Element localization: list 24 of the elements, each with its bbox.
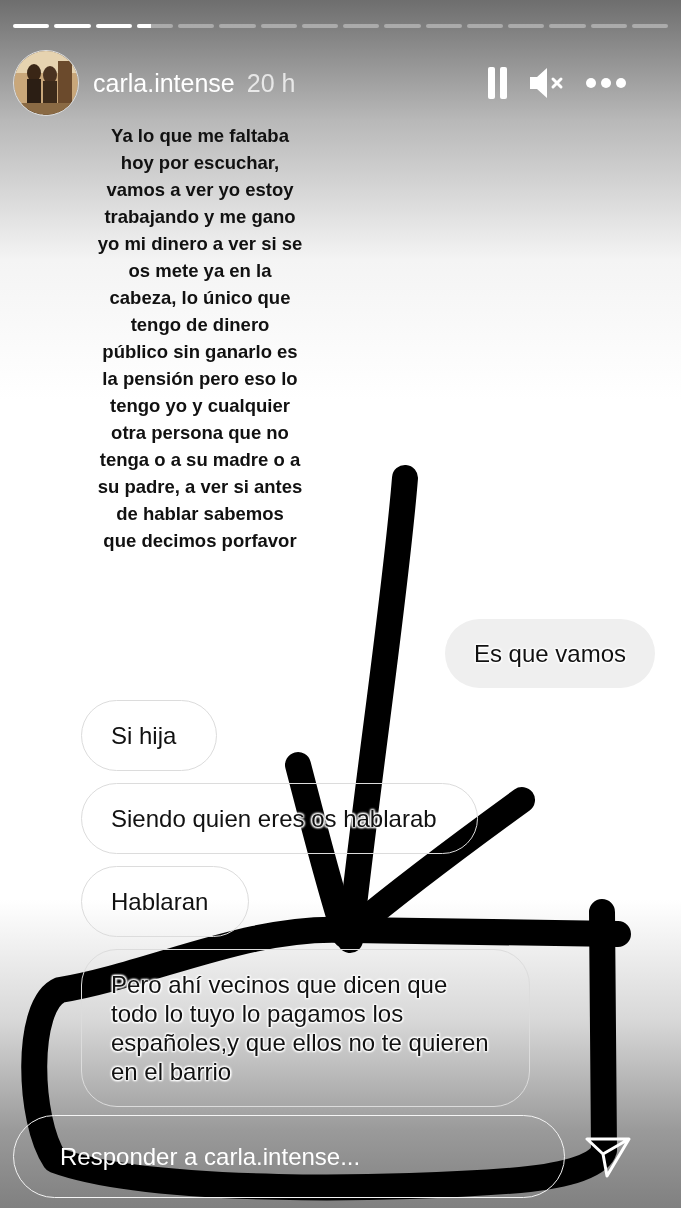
- pause-icon[interactable]: [488, 67, 508, 99]
- progress-segment: [384, 24, 421, 28]
- progress-segment: [590, 24, 627, 28]
- username[interactable]: carla.intense: [93, 68, 235, 98]
- progress-segment: [260, 24, 297, 28]
- progress-segment: [343, 24, 380, 28]
- progress-segment: [631, 24, 668, 28]
- progress-segment: [178, 24, 215, 28]
- mute-icon[interactable]: [530, 68, 564, 98]
- progress-segment: [95, 24, 132, 28]
- progress-segment: [508, 24, 545, 28]
- more-icon[interactable]: [586, 78, 626, 88]
- progress-segment: [54, 24, 91, 28]
- send-icon[interactable]: [585, 1135, 631, 1178]
- progress-segment: [301, 24, 338, 28]
- story-caption: Ya lo que me faltaba hoy por escuchar, vamos a ver yo estoy trabajando y me gano yo mi dinero a ver si se os mete ya en la cabeza, lo único que tengo de dinero público sin ganarlo es la pensión pero eso lo tengo yo y cualquier otra persona que no tenga o a su madre o a su padre, a ver si antes de hablar sabemos que decimos porfavor: [96, 124, 304, 553]
- message-bubble: Es que vamos: [444, 619, 655, 688]
- progress-segment: [219, 24, 256, 28]
- progress-segment: [425, 24, 462, 28]
- progress-segment: [136, 24, 173, 28]
- timestamp: 20 h: [246, 68, 296, 98]
- progress-segment: [549, 24, 586, 28]
- progress-segment: [13, 24, 50, 28]
- progress-segment: [466, 24, 503, 28]
